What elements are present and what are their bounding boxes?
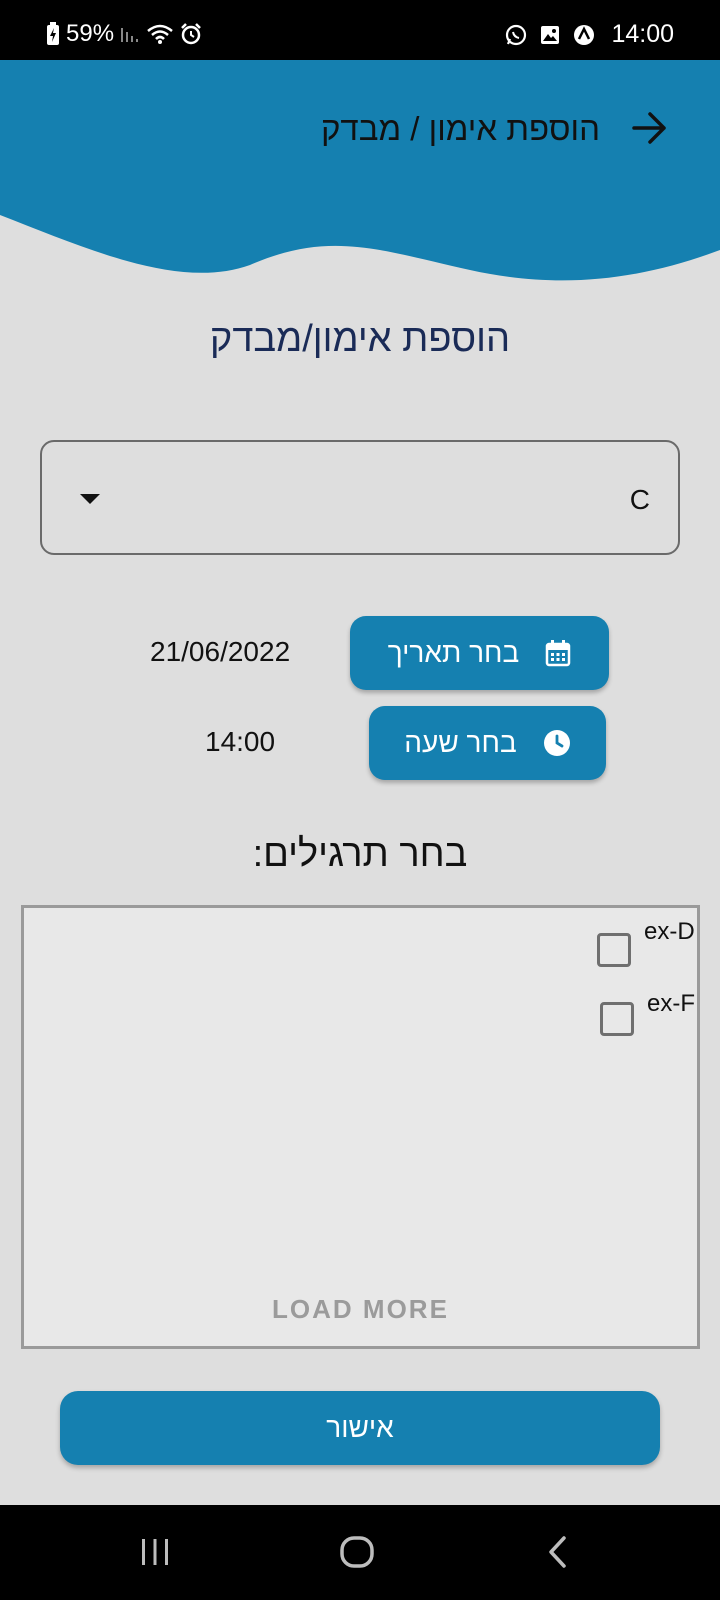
trainee-select[interactable]: C: [40, 440, 680, 555]
status-bar: 59% 14:00: [0, 0, 720, 60]
status-right: 14:00: [505, 20, 674, 49]
exercise-label: ex-F: [647, 990, 695, 1017]
exercise-item-ex-f[interactable]: ex-F: [592, 990, 702, 1040]
choose-date-button[interactable]: בחר תאריך: [350, 616, 609, 690]
nav-back-button[interactable]: [546, 1535, 570, 1574]
exercise-checkbox[interactable]: [597, 933, 631, 967]
choose-time-label: בחר שעה: [404, 727, 517, 758]
page-title: הוספת אימון/מבדק: [209, 318, 511, 360]
system-nav-bar: [0, 1505, 720, 1600]
back-button[interactable]: [630, 110, 670, 146]
whatsapp-icon: [506, 24, 527, 45]
caret-down-icon: [80, 494, 100, 504]
home-icon: [340, 1536, 374, 1568]
status-time: 14:00: [611, 20, 674, 48]
recent-apps-button[interactable]: [138, 1535, 172, 1574]
header-title: הוספת אימון / מבדק: [320, 110, 600, 147]
confirm-button[interactable]: אישור: [60, 1391, 660, 1465]
choose-date-label: בחר תאריך: [387, 637, 520, 668]
app-header: הוספת אימון / מבדק: [0, 60, 720, 290]
choose-time-button[interactable]: בחר שעה: [369, 706, 606, 780]
alarm-icon: [181, 23, 201, 45]
clock-icon: [543, 730, 570, 756]
signal-icon: [121, 28, 139, 42]
battery-charging-icon: [47, 22, 59, 45]
recent-apps-icon: [142, 1539, 168, 1565]
exercise-list[interactable]: ex-D ex-F LOAD MORE: [21, 905, 700, 1349]
battery-percent: 59%: [66, 20, 115, 47]
calendar-icon: [545, 640, 571, 667]
notification-icon: [574, 24, 595, 45]
exercise-item-ex-d[interactable]: ex-D: [589, 918, 699, 968]
back-icon: [549, 1536, 566, 1568]
arrow-right-icon: [632, 112, 666, 144]
exercises-title: בחר תרגילים:: [252, 833, 468, 875]
exercise-checkbox[interactable]: [600, 1002, 634, 1036]
selected-date: 21/06/2022: [150, 636, 291, 667]
load-more-button[interactable]: LOAD MORE: [24, 1294, 697, 1325]
selected-time: 14:00: [205, 726, 276, 757]
wifi-icon: [147, 24, 173, 44]
home-button[interactable]: [339, 1535, 375, 1574]
exercise-label: ex-D: [644, 918, 695, 945]
trainee-select-value: C: [629, 484, 650, 515]
gallery-icon: [541, 25, 560, 44]
header-wave: [0, 60, 720, 281]
status-left: 59%: [46, 20, 202, 48]
